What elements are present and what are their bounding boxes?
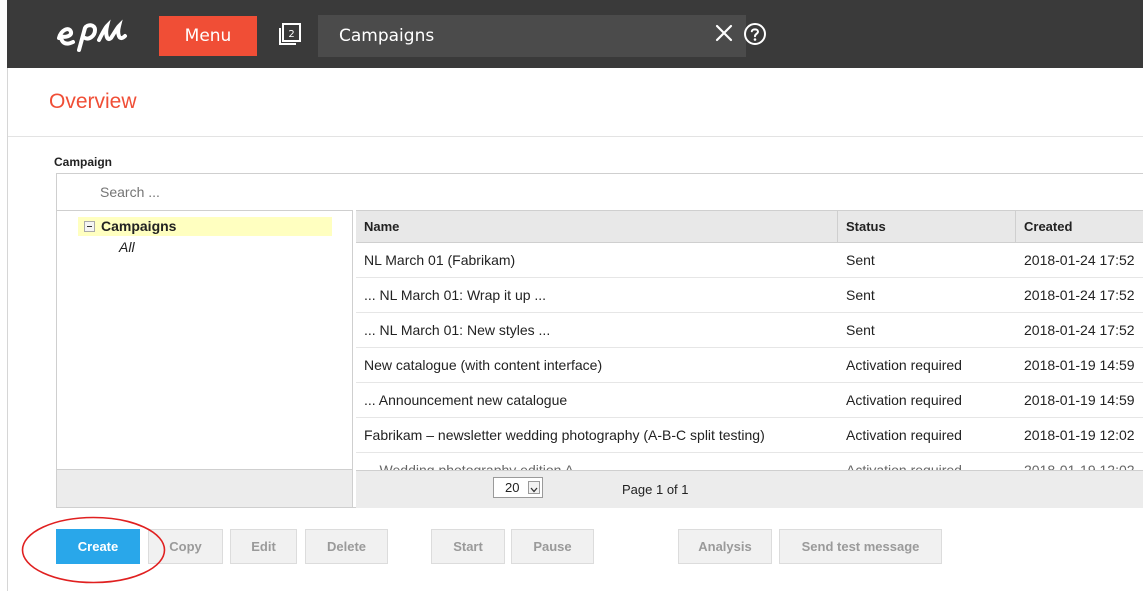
delete-button[interactable]: Delete xyxy=(305,529,388,564)
title-divider xyxy=(8,136,1143,137)
row-status: Activation required xyxy=(846,462,962,470)
column-header-name[interactable]: Name xyxy=(356,211,838,243)
menu-button[interactable]: Menu xyxy=(159,16,257,56)
row-name: ... Announcement new catalogue xyxy=(364,392,568,408)
table-row[interactable]: ... Wedding photography edition A ... Ac… xyxy=(356,453,1143,470)
edit-button[interactable]: Edit xyxy=(230,529,297,564)
episerver-logo-icon[interactable] xyxy=(53,14,141,54)
campaign-grid: Name Status Created NL March 01 (Fabrika… xyxy=(356,210,1143,508)
row-status: Sent xyxy=(846,322,875,338)
table-row[interactable]: New catalogue (with content interface) A… xyxy=(356,348,1143,383)
campaign-tree xyxy=(56,210,353,508)
tree-item-campaigns-label: Campaigns xyxy=(101,218,177,234)
top-bar: Menu 2 Campaigns xyxy=(7,0,1143,68)
page-size-select[interactable]: 20 xyxy=(493,477,543,498)
help-icon[interactable] xyxy=(743,22,767,46)
global-search-box[interactable]: Campaigns xyxy=(318,15,746,57)
global-search-value: Campaigns xyxy=(339,26,435,46)
table-row[interactable]: ... Announcement new catalogue Activatio… xyxy=(356,383,1143,418)
row-name: ... Wedding photography edition A ... xyxy=(364,462,589,470)
analysis-button[interactable]: Analysis xyxy=(678,529,772,564)
row-status: Sent xyxy=(846,287,875,303)
table-row[interactable]: ... NL March 01: Wrap it up ... Sent 201… xyxy=(356,278,1143,313)
row-status: Activation required xyxy=(846,427,962,443)
table-row[interactable]: Fabrikam – newsletter wedding photograph… xyxy=(356,418,1143,453)
row-created: 2018-01-24 17:52 xyxy=(1024,322,1135,338)
close-icon[interactable] xyxy=(715,24,733,42)
send-test-message-button[interactable]: Send test message xyxy=(779,529,942,564)
page-title: Overview xyxy=(49,90,137,113)
collapse-icon[interactable] xyxy=(84,221,95,232)
tree-footer xyxy=(57,469,352,507)
chevron-down-icon[interactable] xyxy=(528,481,540,494)
row-created: 2018-01-24 17:52 xyxy=(1024,287,1135,303)
table-row[interactable]: NL March 01 (Fabrikam) Sent 2018-01-24 1… xyxy=(356,243,1143,278)
row-created: 2018-01-19 14:59 xyxy=(1024,392,1135,408)
column-header-created[interactable]: Created xyxy=(1016,211,1143,243)
row-created: 2018-01-19 12:02 xyxy=(1024,427,1135,443)
row-name: NL March 01 (Fabrikam) xyxy=(364,252,516,268)
row-created: 2018-01-19 12:02 xyxy=(1024,462,1135,470)
row-name: New catalogue (with content interface) xyxy=(364,357,603,373)
highlight-ring-annotation xyxy=(21,516,166,584)
row-status: Activation required xyxy=(846,357,962,373)
table-row[interactable]: ... NL March 01: New styles ... Sent 201… xyxy=(356,313,1143,348)
page-size-value: 20 xyxy=(505,480,520,495)
row-status: Activation required xyxy=(846,392,962,408)
tree-item-all[interactable]: All xyxy=(119,239,135,255)
campaign-section-label: Campaign xyxy=(54,155,113,169)
row-name: Fabrikam – newsletter wedding photograph… xyxy=(364,427,765,443)
row-name: ... NL March 01: New styles ... xyxy=(364,322,551,338)
row-created: 2018-01-19 14:59 xyxy=(1024,357,1135,373)
campaign-search-input[interactable] xyxy=(100,178,400,206)
grid-pager: 20 Page 1 of 1 xyxy=(356,470,1143,508)
page-info: Page 1 of 1 xyxy=(622,482,689,497)
row-created: 2018-01-24 17:52 xyxy=(1024,252,1135,268)
column-header-status[interactable]: Status xyxy=(838,211,1016,243)
views-icon[interactable]: 2 xyxy=(278,22,302,46)
row-status: Sent xyxy=(846,252,875,268)
start-button[interactable]: Start xyxy=(431,529,505,564)
pause-button[interactable]: Pause xyxy=(511,529,594,564)
views-count: 2 xyxy=(288,29,294,40)
row-name: ... NL March 01: Wrap it up ... xyxy=(364,287,547,303)
